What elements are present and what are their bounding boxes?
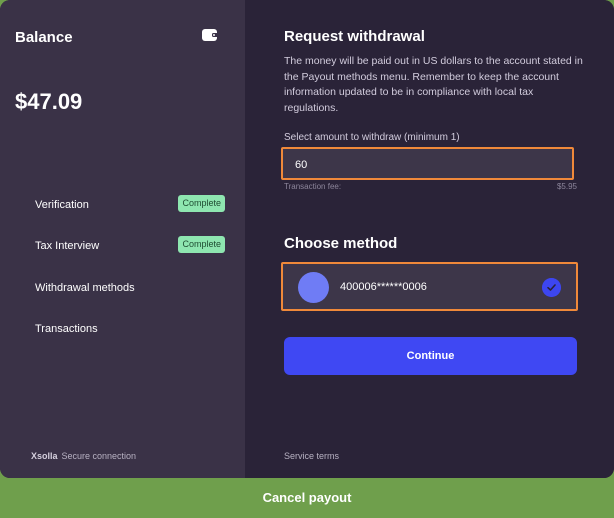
payout-method-card[interactable]: 400006******0006 — [281, 262, 578, 311]
wallet-icon — [202, 29, 218, 41]
sidebar-item-label: Verification — [35, 199, 89, 211]
withdrawal-description: The money will be paid out in US dollars… — [284, 55, 583, 114]
sidebar-item-withdrawal-methods[interactable]: Withdrawal methods — [35, 278, 225, 298]
left-panel: Balance $47.09 Verification Complete Tax… — [0, 0, 245, 478]
amount-label: Select amount to withdraw (minimum 1) — [284, 132, 460, 143]
sidebar-item-label: Transactions — [35, 323, 98, 335]
method-title: Choose method — [284, 235, 398, 252]
page-title: Request withdrawal — [284, 28, 425, 45]
check-icon — [542, 278, 561, 297]
balance-title: Balance — [15, 29, 73, 46]
secure-connection-text: Secure connection — [61, 451, 137, 461]
status-badge: Complete — [178, 236, 225, 253]
sidebar-item-label: Tax Interview — [35, 240, 100, 252]
sidebar-item-tax-interview[interactable]: Tax Interview Complete — [35, 236, 225, 256]
fee-label: Transaction fee: — [284, 182, 342, 191]
service-terms-link[interactable]: Service terms — [284, 451, 339, 461]
sidebar-item-label: Withdrawal methods — [35, 282, 135, 294]
method-avatar — [298, 272, 329, 303]
amount-input[interactable] — [286, 152, 578, 177]
withdrawal-form: Request withdrawal The money will be pai… — [245, 0, 614, 478]
secure-connection-note: Xsolla Secure connection — [31, 451, 136, 461]
cancel-payout-button[interactable]: Cancel payout — [0, 478, 614, 518]
method-card-number: 400006******0006 — [340, 281, 427, 293]
xsolla-logo: Xsolla — [31, 451, 58, 461]
payout-dialog: Balance $47.09 Verification Complete Tax… — [0, 0, 614, 478]
fee-value: $5.95 — [556, 182, 577, 191]
balance-amount: $47.09 — [15, 89, 83, 114]
status-badge: Complete — [178, 195, 225, 212]
sidebar-item-verification[interactable]: Verification Complete — [35, 195, 225, 215]
continue-button[interactable]: Continue — [284, 337, 577, 375]
sidebar-item-transactions[interactable]: Transactions — [35, 319, 225, 339]
cancel-payout-label: Cancel payout — [262, 490, 352, 505]
amount-field-frame — [281, 147, 578, 180]
